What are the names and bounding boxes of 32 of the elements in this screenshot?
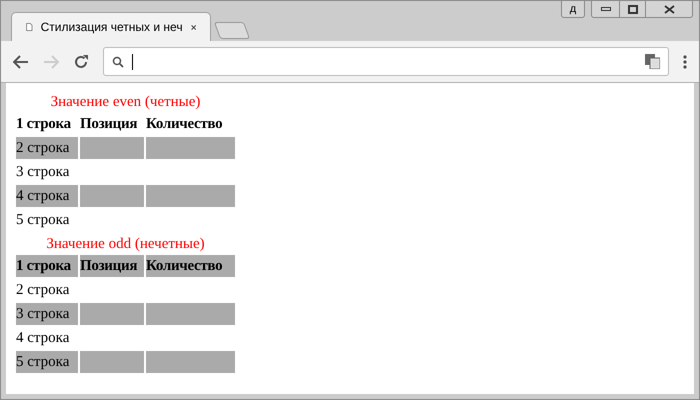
- column-header: 1 строка: [16, 255, 78, 277]
- profile-button[interactable]: д: [561, 1, 585, 18]
- close-icon[interactable]: [190, 22, 196, 32]
- table-cell: [80, 303, 144, 325]
- table-cell: [80, 185, 144, 207]
- table-caption: Значение even (четные): [50, 93, 200, 111]
- table-cell-text: 2 строка: [16, 280, 70, 300]
- reload-icon[interactable]: [73, 54, 89, 70]
- table-cell: [80, 137, 144, 159]
- translate-icon[interactable]: [645, 54, 660, 69]
- table-cell-text: 3 строка: [16, 162, 70, 182]
- browser-tab[interactable]: Стилизация четных и неч: [11, 12, 211, 41]
- tab-title: Стилизация четных и неч: [40, 19, 183, 36]
- table-cell-text: 4 строка: [16, 328, 70, 348]
- column-header: Позиция: [80, 114, 138, 134]
- column-header: Количество: [146, 114, 224, 134]
- table-cell-text: 5 строка: [16, 210, 70, 230]
- table-cell: 4 строка: [16, 185, 78, 207]
- table-cell: [80, 351, 144, 373]
- column-header: Позиция: [80, 255, 144, 277]
- close-icon: [664, 4, 674, 14]
- column-header: Количество: [146, 255, 235, 277]
- search-icon: [112, 56, 124, 68]
- column-header: 1 строка: [16, 114, 72, 134]
- table-caption: Значение odd (нечетные): [46, 235, 205, 253]
- table-cell: 2 строка: [16, 137, 78, 159]
- table-cell: 5 строка: [16, 351, 78, 373]
- document-icon: [26, 20, 33, 34]
- menu-icon[interactable]: [683, 54, 687, 68]
- back-icon[interactable]: [13, 54, 29, 68]
- table-cell: 3 строка: [16, 303, 78, 325]
- maximize-button[interactable]: [619, 1, 646, 17]
